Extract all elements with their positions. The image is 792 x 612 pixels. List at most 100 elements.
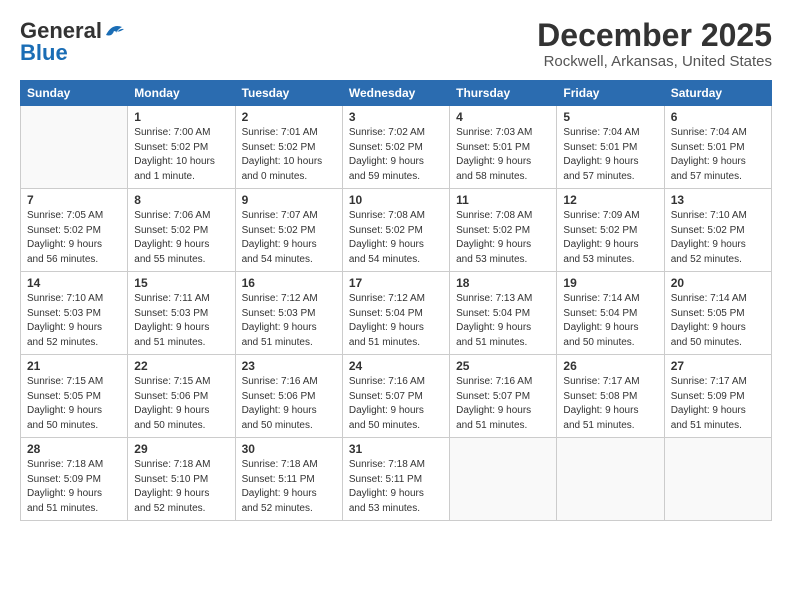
calendar-cell: 22Sunrise: 7:15 AMSunset: 5:06 PMDayligh… <box>128 355 235 438</box>
day-info: Sunrise: 7:18 AMSunset: 5:09 PMDaylight:… <box>27 458 121 516</box>
day-info: Sunrise: 7:03 AMSunset: 5:01 PMDaylight:… <box>456 126 550 184</box>
calendar-cell: 18Sunrise: 7:13 AMSunset: 5:04 PMDayligh… <box>450 272 557 355</box>
day-number: 20 <box>671 276 765 290</box>
day-number: 31 <box>349 442 443 456</box>
day-number: 10 <box>349 193 443 207</box>
calendar-cell: 21 Sunrise: 7:15 AMSunset: 5:05 PMDayligh… <box>21 355 128 438</box>
day-number: 15 <box>134 276 228 290</box>
col-thursday: Thursday <box>450 81 557 106</box>
day-number: 27 <box>671 359 765 373</box>
calendar-cell: 3Sunrise: 7:02 AMSunset: 5:02 PMDaylight… <box>342 106 449 189</box>
day-info: Sunrise: 7:04 AMSunset: 5:01 PMDaylight:… <box>563 126 657 184</box>
calendar-week-row: 21 Sunrise: 7:15 AMSunset: 5:05 PMDayligh… <box>21 355 772 438</box>
day-number: 25 <box>456 359 550 373</box>
day-info: Sunrise: 7:16 AMSunset: 5:06 PMDaylight:… <box>242 375 336 433</box>
day-number: 16 <box>242 276 336 290</box>
day-info: Sunrise: 7:12 AMSunset: 5:04 PMDaylight:… <box>349 292 443 350</box>
day-info: Sunrise: 7:05 AMSunset: 5:02 PMDaylight:… <box>27 209 121 267</box>
calendar-cell: 12 Sunrise: 7:09 AMSunset: 5:02 PMDayligh… <box>557 189 664 272</box>
day-number: 4 <box>456 110 550 124</box>
day-number: 8 <box>134 193 228 207</box>
calendar-cell: 5 Sunrise: 7:04 AMSunset: 5:01 PMDaylight… <box>557 106 664 189</box>
col-tuesday: Tuesday <box>235 81 342 106</box>
day-number: 22 <box>134 359 228 373</box>
calendar-cell: 4 Sunrise: 7:03 AMSunset: 5:01 PMDaylight… <box>450 106 557 189</box>
day-info: Sunrise: 7:06 AMSunset: 5:02 PMDaylight:… <box>134 209 228 267</box>
day-info: Sunrise: 7:14 AMSunset: 5:04 PMDaylight:… <box>563 292 657 350</box>
month-year-title: December 2025 <box>537 18 772 53</box>
day-info: Sunrise: 7:16 AMSunset: 5:07 PMDaylight:… <box>456 375 550 433</box>
logo: General Blue <box>20 18 126 66</box>
day-info: Sunrise: 7:09 AMSunset: 5:02 PMDaylight:… <box>563 209 657 267</box>
day-number: 28 <box>27 442 121 456</box>
logo-bird-icon <box>104 21 126 41</box>
calendar-cell: 8 Sunrise: 7:06 AMSunset: 5:02 PMDaylight… <box>128 189 235 272</box>
calendar-week-row: 14 Sunrise: 7:10 AMSunset: 5:03 PMDayligh… <box>21 272 772 355</box>
day-number: 21 <box>27 359 121 373</box>
day-info: Sunrise: 7:01 AMSunset: 5:02 PMDaylight:… <box>242 126 336 184</box>
day-number: 19 <box>563 276 657 290</box>
day-number: 12 <box>563 193 657 207</box>
day-info: Sunrise: 7:00 AMSunset: 5:02 PMDaylight:… <box>134 126 228 184</box>
day-info: Sunrise: 7:15 AMSunset: 5:05 PMDaylight:… <box>27 375 121 433</box>
day-number: 14 <box>27 276 121 290</box>
calendar-week-row: 7 Sunrise: 7:05 AMSunset: 5:02 PMDaylight… <box>21 189 772 272</box>
day-info: Sunrise: 7:13 AMSunset: 5:04 PMDaylight:… <box>456 292 550 350</box>
day-info: Sunrise: 7:12 AMSunset: 5:03 PMDaylight:… <box>242 292 336 350</box>
calendar-cell: 31 Sunrise: 7:18 AMSunset: 5:11 PMDayligh… <box>342 438 449 521</box>
calendar-cell: 30 Sunrise: 7:18 AMSunset: 5:11 PMDayligh… <box>235 438 342 521</box>
calendar-cell: 19 Sunrise: 7:14 AMSunset: 5:04 PMDayligh… <box>557 272 664 355</box>
calendar-cell: 7 Sunrise: 7:05 AMSunset: 5:02 PMDaylight… <box>21 189 128 272</box>
title-area: December 2025 Rockwell, Arkansas, United… <box>537 18 772 70</box>
day-info: Sunrise: 7:07 AMSunset: 5:02 PMDaylight:… <box>242 209 336 267</box>
day-number: 2 <box>242 110 336 124</box>
calendar-cell: 14 Sunrise: 7:10 AMSunset: 5:03 PMDayligh… <box>21 272 128 355</box>
col-friday: Friday <box>557 81 664 106</box>
calendar-table: Sunday Monday Tuesday Wednesday Thursday… <box>20 80 772 521</box>
day-number: 24 <box>349 359 443 373</box>
calendar-cell <box>450 438 557 521</box>
day-number: 23 <box>242 359 336 373</box>
day-info: Sunrise: 7:17 AMSunset: 5:08 PMDaylight:… <box>563 375 657 433</box>
logo-blue: Blue <box>20 40 68 66</box>
day-number: 11 <box>456 193 550 207</box>
day-number: 5 <box>563 110 657 124</box>
calendar-cell: 29 Sunrise: 7:18 AMSunset: 5:10 PMDayligh… <box>128 438 235 521</box>
col-saturday: Saturday <box>664 81 771 106</box>
day-number: 26 <box>563 359 657 373</box>
calendar-cell: 16 Sunrise: 7:12 AMSunset: 5:03 PMDayligh… <box>235 272 342 355</box>
calendar-week-row: 1Sunrise: 7:00 AMSunset: 5:02 PMDaylight… <box>21 106 772 189</box>
calendar-week-row: 28 Sunrise: 7:18 AMSunset: 5:09 PMDayligh… <box>21 438 772 521</box>
day-info: Sunrise: 7:14 AMSunset: 5:05 PMDaylight:… <box>671 292 765 350</box>
col-monday: Monday <box>128 81 235 106</box>
day-info: Sunrise: 7:04 AMSunset: 5:01 PMDaylight:… <box>671 126 765 184</box>
calendar-cell: 10 Sunrise: 7:08 AMSunset: 5:02 PMDayligh… <box>342 189 449 272</box>
calendar-cell <box>557 438 664 521</box>
calendar-cell: 11 Sunrise: 7:08 AMSunset: 5:02 PMDayligh… <box>450 189 557 272</box>
day-info: Sunrise: 7:08 AMSunset: 5:02 PMDaylight:… <box>349 209 443 267</box>
header: General Blue December 2025 Rockwell, Ark… <box>20 18 772 70</box>
location-subtitle: Rockwell, Arkansas, United States <box>537 53 772 70</box>
day-info: Sunrise: 7:18 AMSunset: 5:10 PMDaylight:… <box>134 458 228 516</box>
day-number: 3 <box>349 110 443 124</box>
col-sunday: Sunday <box>21 81 128 106</box>
calendar-header-row: Sunday Monday Tuesday Wednesday Thursday… <box>21 81 772 106</box>
day-number: 17 <box>349 276 443 290</box>
calendar-cell: 28 Sunrise: 7:18 AMSunset: 5:09 PMDayligh… <box>21 438 128 521</box>
day-info: Sunrise: 7:08 AMSunset: 5:02 PMDaylight:… <box>456 209 550 267</box>
calendar-cell <box>21 106 128 189</box>
calendar-cell: 6Sunrise: 7:04 AMSunset: 5:01 PMDaylight… <box>664 106 771 189</box>
page: General Blue December 2025 Rockwell, Ark… <box>0 0 792 612</box>
day-info: Sunrise: 7:16 AMSunset: 5:07 PMDaylight:… <box>349 375 443 433</box>
day-info: Sunrise: 7:10 AMSunset: 5:03 PMDaylight:… <box>27 292 121 350</box>
day-info: Sunrise: 7:18 AMSunset: 5:11 PMDaylight:… <box>349 458 443 516</box>
day-info: Sunrise: 7:11 AMSunset: 5:03 PMDaylight:… <box>134 292 228 350</box>
day-number: 29 <box>134 442 228 456</box>
day-number: 7 <box>27 193 121 207</box>
calendar-cell: 23 Sunrise: 7:16 AMSunset: 5:06 PMDayligh… <box>235 355 342 438</box>
day-info: Sunrise: 7:17 AMSunset: 5:09 PMDaylight:… <box>671 375 765 433</box>
day-number: 13 <box>671 193 765 207</box>
day-number: 30 <box>242 442 336 456</box>
day-info: Sunrise: 7:18 AMSunset: 5:11 PMDaylight:… <box>242 458 336 516</box>
calendar-cell: 2 Sunrise: 7:01 AMSunset: 5:02 PMDaylight… <box>235 106 342 189</box>
